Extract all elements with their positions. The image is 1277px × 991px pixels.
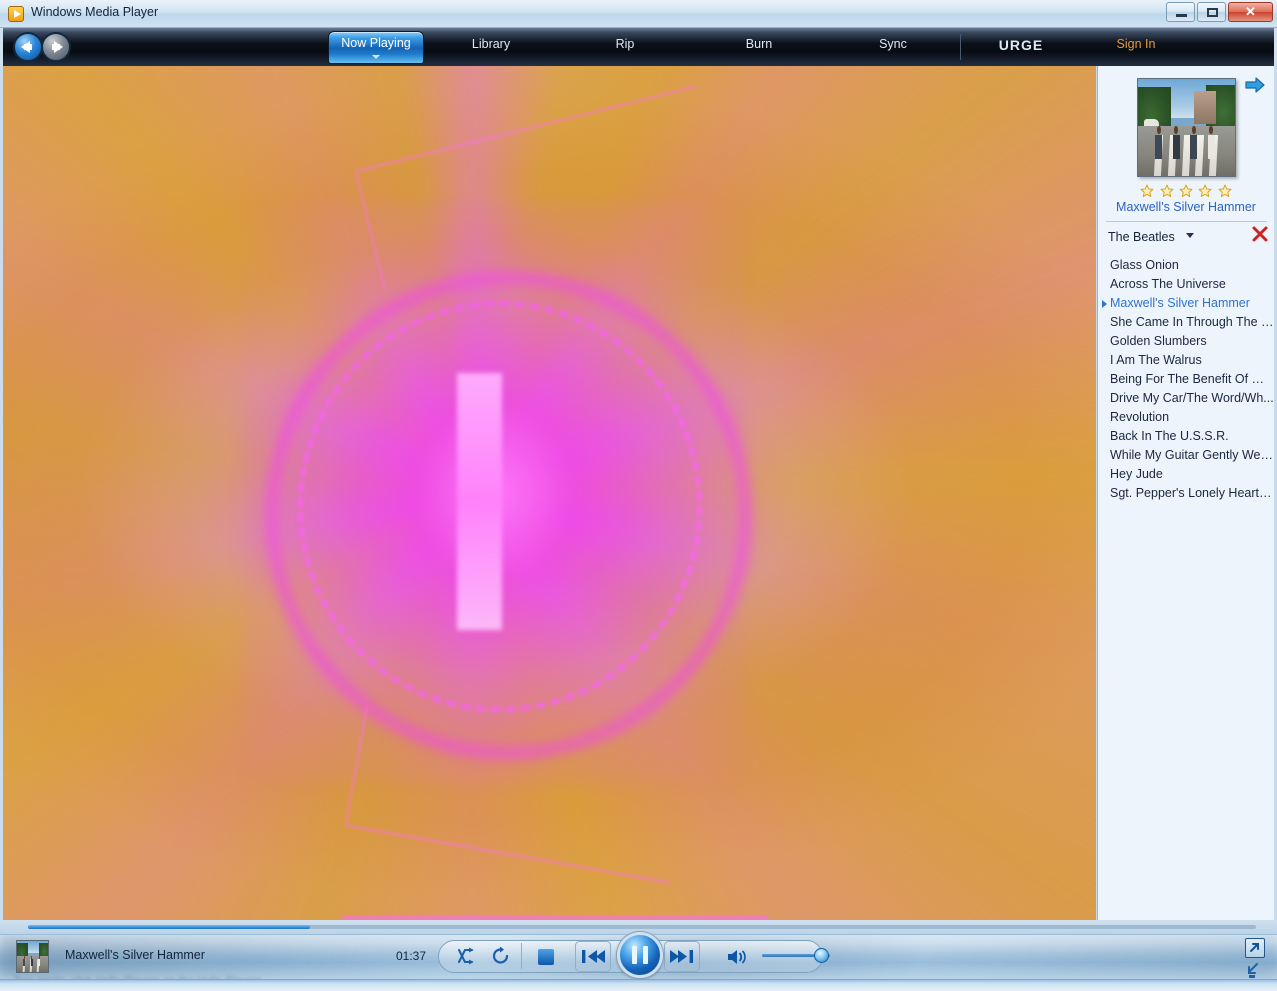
next-track-icon[interactable] (664, 941, 700, 977)
list-item-playing[interactable]: Maxwell's Silver Hammer (1098, 294, 1274, 313)
sidebar-divider (1106, 221, 1267, 222)
expand-arrow-icon[interactable] (1244, 76, 1266, 94)
forward-arrow-icon (52, 41, 63, 53)
now-playing-title[interactable]: Maxwell's Silver Hammer (1098, 200, 1274, 214)
pause-icon (632, 946, 637, 964)
list-item[interactable]: Drive My Car/The Word/Wh... (1098, 389, 1274, 408)
minimize-button[interactable] (1166, 2, 1195, 22)
previous-track-icon[interactable] (575, 941, 611, 977)
visualization-spine (456, 373, 503, 630)
list-item[interactable]: Across The Universe (1098, 275, 1274, 294)
desktop-taskbar (0, 979, 1277, 991)
tab-urge[interactable]: URGE (961, 28, 1081, 66)
window-title: Windows Media Player (31, 5, 159, 19)
full-screen-icon[interactable] (1245, 938, 1265, 958)
repeat-icon[interactable] (491, 946, 511, 971)
navigation-bar: Now Playing Library Rip Burn Sync URGE S… (0, 28, 1277, 66)
artist-name: The Beatles (1108, 230, 1175, 244)
tab-burn-label: Burn (745, 37, 773, 51)
tab-sign-in[interactable]: Sign In (1081, 28, 1191, 66)
album-art-thumbnail[interactable] (16, 940, 49, 973)
pause-button[interactable] (617, 932, 663, 978)
tab-now-playing[interactable]: Now Playing (328, 31, 424, 64)
tab-rip-label: Rip (615, 37, 635, 51)
tab-sign-in-label: Sign In (1116, 37, 1156, 51)
close-button[interactable]: ✕ (1228, 2, 1273, 22)
tab-sync[interactable]: Sync (826, 28, 960, 66)
album-art-figure (1155, 125, 1163, 159)
media-player-window: Windows Media Player ✕ Now Playing Libra… (0, 0, 1277, 991)
album-art-figure (1190, 125, 1198, 159)
back-arrow-icon (21, 41, 32, 53)
tab-library-label: Library (471, 37, 511, 51)
list-item[interactable]: Golden Slumbers (1098, 332, 1274, 351)
media-player-icon (8, 6, 24, 22)
resize-grip-icon[interactable] (1243, 962, 1263, 980)
seek-bar[interactable] (28, 925, 1256, 929)
list-item[interactable]: Sgt. Pepper's Lonely Hearts ... (1098, 484, 1274, 503)
title-bar: Windows Media Player ✕ (0, 0, 1277, 28)
window-buttons: ✕ (1166, 2, 1273, 22)
chevron-down-icon[interactable] (372, 55, 380, 59)
album-art-figure (38, 955, 41, 967)
list-item[interactable]: Glass Onion (1098, 256, 1274, 275)
album-art-figure (1207, 125, 1215, 159)
album-art-figure (23, 955, 26, 967)
close-icon: ✕ (1245, 4, 1256, 19)
tab-sync-label: Sync (879, 37, 907, 51)
list-item[interactable]: Revolution (1098, 408, 1274, 427)
pause-icon (643, 946, 648, 964)
volume-icon[interactable] (726, 947, 750, 972)
back-button[interactable] (13, 32, 43, 62)
album-art-figure (1172, 125, 1180, 159)
control-divider (521, 943, 522, 969)
album-art[interactable] (1137, 78, 1236, 177)
tab-bar: Now Playing Library Rip Burn Sync URGE S… (328, 28, 1191, 66)
album-art-building (1194, 90, 1216, 124)
list-item[interactable]: While My Guitar Gently Wee... (1098, 446, 1274, 465)
list-item[interactable]: Hey Jude (1098, 465, 1274, 484)
artist-selector[interactable]: The Beatles (1108, 228, 1265, 250)
list-item[interactable]: Being For The Benefit Of Mr. ... (1098, 370, 1274, 389)
current-track-title: Maxwell's Silver Hammer (65, 948, 205, 962)
seek-bar-progress (28, 925, 311, 929)
stop-icon[interactable] (538, 949, 554, 965)
red-x-icon[interactable] (1252, 226, 1268, 242)
volume-slider-handle[interactable] (814, 948, 829, 963)
tab-burn[interactable]: Burn (692, 28, 826, 66)
tab-library[interactable]: Library (424, 28, 558, 66)
elapsed-time: 01:37 (396, 949, 427, 963)
restore-icon (1207, 8, 1218, 17)
shuffle-icon[interactable] (456, 946, 476, 971)
chevron-down-icon[interactable] (1186, 233, 1195, 238)
tab-rip[interactable]: Rip (558, 28, 692, 66)
forward-button[interactable] (41, 32, 71, 62)
maximize-button[interactable] (1197, 2, 1226, 22)
list-item[interactable]: Back In The U.S.S.R. (1098, 427, 1274, 446)
visualization-bottom-bar (341, 916, 769, 919)
tab-urge-label: URGE (998, 37, 1044, 53)
list-item[interactable]: She Came In Through The B... (1098, 313, 1274, 332)
album-art-figure (30, 955, 33, 967)
playlist: Glass Onion Across The Universe Maxwell'… (1098, 256, 1274, 503)
tab-now-playing-label: Now Playing (341, 36, 411, 50)
minimize-icon (1176, 14, 1187, 17)
list-item[interactable]: I Am The Walrus (1098, 351, 1274, 370)
now-playing-sidebar: Maxwell's Silver Hammer The Beatles Glas… (1097, 66, 1274, 920)
history-buttons (13, 32, 71, 62)
visualization-pane[interactable] (3, 66, 1096, 920)
